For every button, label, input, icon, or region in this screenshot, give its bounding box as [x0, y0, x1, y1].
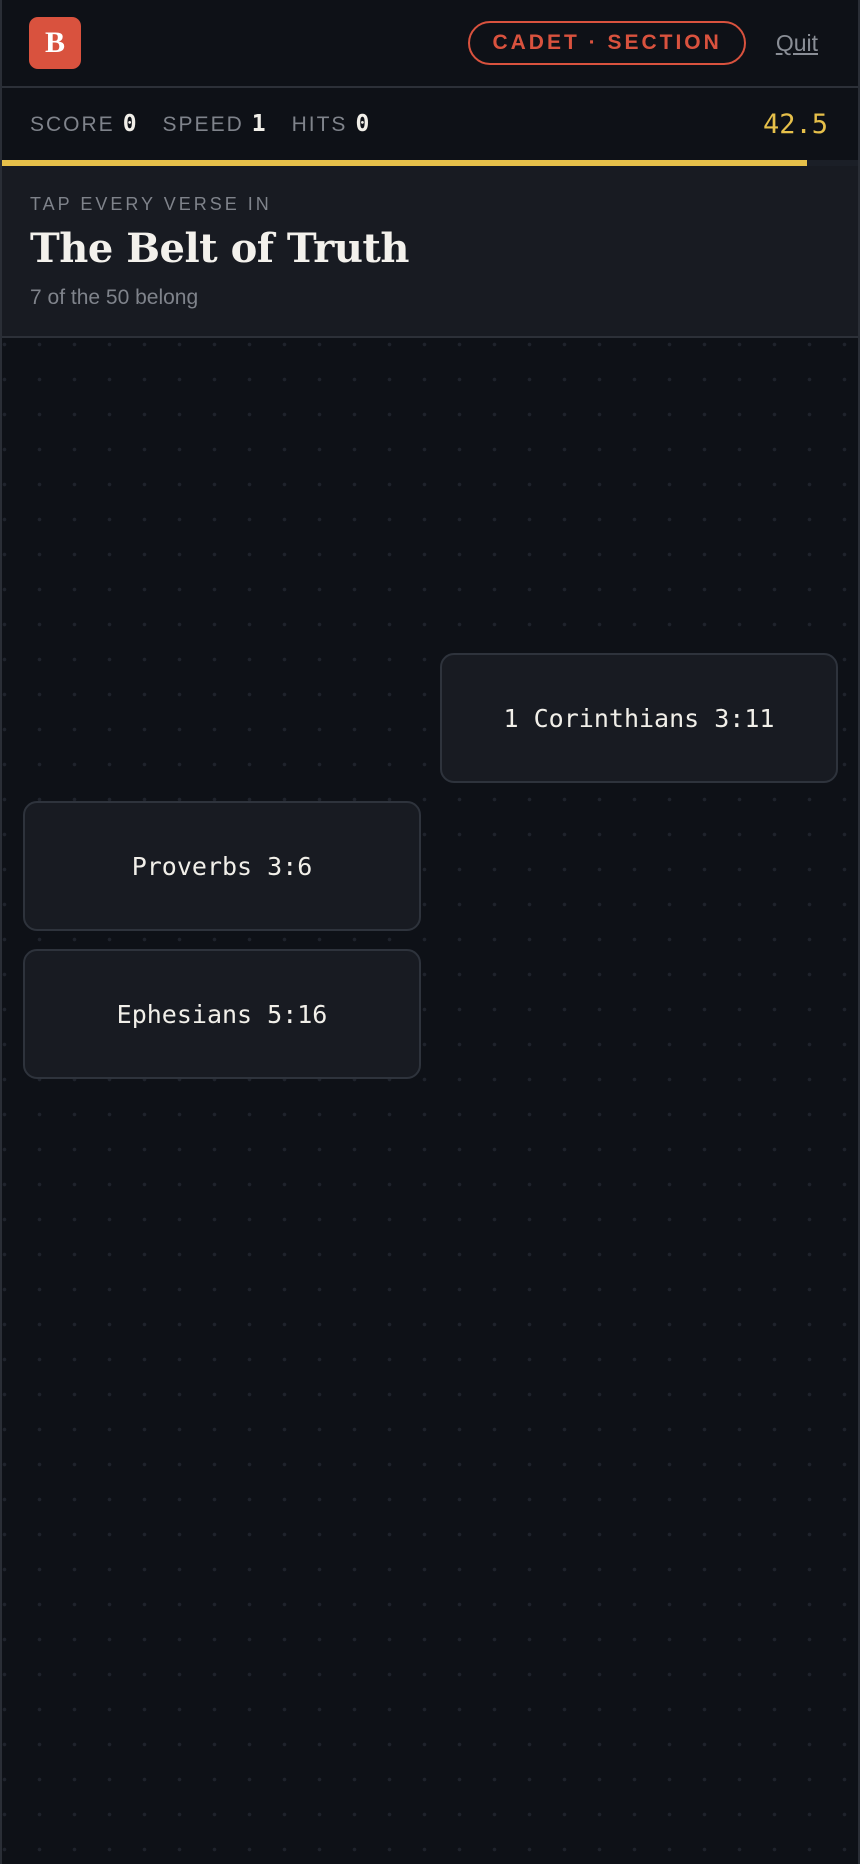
time-progress-track — [2, 160, 858, 166]
hits-value: 0 — [355, 111, 370, 137]
stats-bar: SCORE 0 SPEED 1 HITS 0 42.5 — [2, 88, 858, 160]
prompt-kicker: TAP EVERY VERSE IN — [30, 194, 272, 214]
verse-tile[interactable]: Ephesians 5:16 — [23, 949, 421, 1079]
prompt-title: The Belt of Truth — [30, 225, 409, 272]
play-field: 1 Corinthians 3:11 Proverbs 3:6 Ephesian… — [2, 338, 858, 1858]
stats-group: SCORE 0 SPEED 1 HITS 0 — [30, 111, 369, 137]
score-label: SCORE — [30, 113, 115, 136]
prompt-panel: TAP EVERY VERSE IN The Belt of Truth 7 o… — [2, 166, 858, 338]
timer: 42.5 — [762, 108, 828, 140]
speed-value: 1 — [251, 111, 266, 137]
time-progress-fill — [2, 160, 807, 166]
speed-stat: SPEED 1 — [163, 111, 266, 137]
header-actions: CADET · SECTION Quit — [468, 21, 818, 65]
game-screen: B CADET · SECTION Quit SCORE 0 SPEED 1 H… — [0, 0, 860, 1864]
verse-tile[interactable]: 1 Corinthians 3:11 — [440, 653, 838, 783]
speed-label: SPEED — [162, 113, 244, 136]
hits-stat: HITS 0 — [292, 111, 370, 137]
quit-link[interactable]: Quit — [776, 30, 818, 57]
level-badge: CADET · SECTION — [468, 21, 746, 65]
verse-tile[interactable]: Proverbs 3:6 — [23, 801, 421, 931]
score-stat: SCORE 0 — [30, 111, 137, 137]
app-logo: B — [29, 17, 81, 69]
score-value: 0 — [122, 111, 137, 137]
prompt-subtitle: 7 of the 50 belong — [30, 286, 199, 309]
hits-label: HITS — [291, 113, 348, 136]
top-bar: B CADET · SECTION Quit — [2, 0, 858, 88]
